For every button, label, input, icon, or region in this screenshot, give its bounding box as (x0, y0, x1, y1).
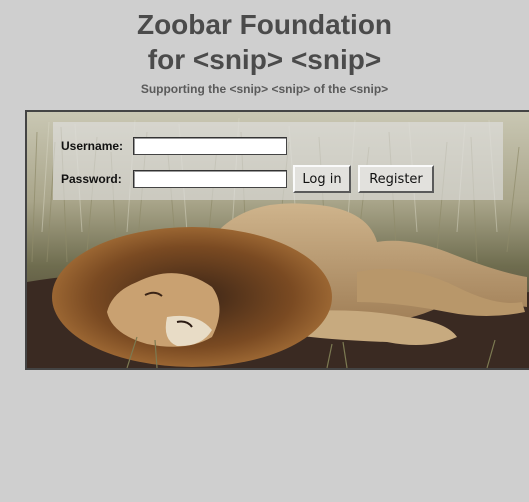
password-label: Password: (61, 172, 122, 186)
username-field[interactable] (133, 137, 287, 155)
page-subtitle: Supporting the <snip> <snip> of the <sni… (140, 82, 389, 96)
password-field[interactable] (133, 170, 287, 188)
login-form: Username: Password: Log in Register (53, 122, 503, 200)
page-title-subline: for <snip> <snip> (147, 44, 382, 75)
username-label: Username: (61, 139, 124, 153)
lion-photo: Username: Password: Log in Register (25, 110, 529, 370)
register-button[interactable]: Register (358, 165, 434, 193)
login-button[interactable]: Log in (293, 165, 351, 193)
page-title: Zoobar Foundation (136, 9, 393, 40)
